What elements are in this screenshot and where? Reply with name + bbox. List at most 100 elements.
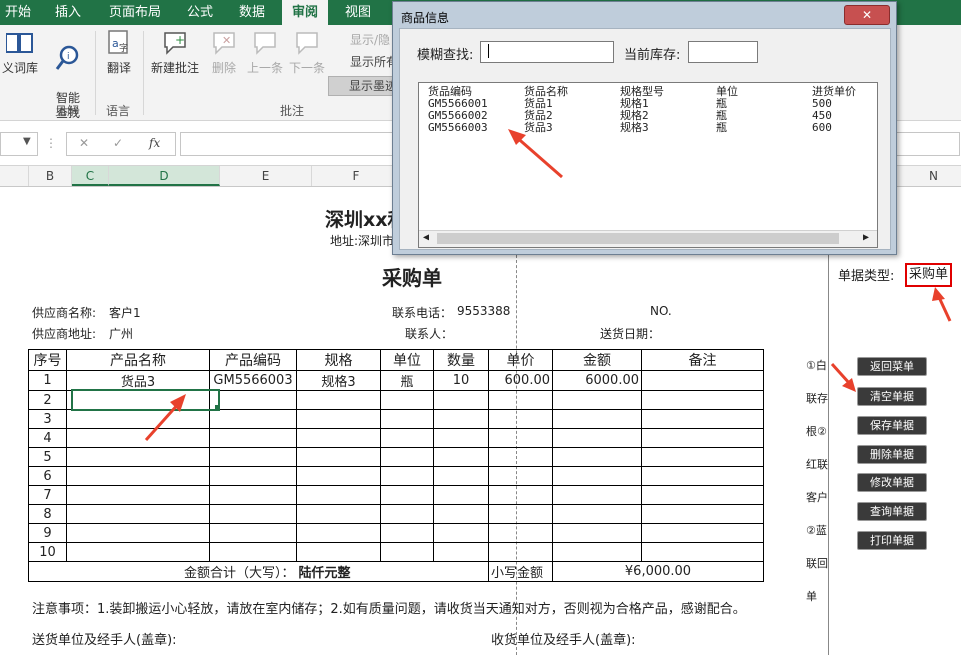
cell-product-code[interactable] bbox=[209, 523, 297, 543]
cell-spec[interactable] bbox=[296, 409, 381, 429]
cell-quantity[interactable] bbox=[433, 409, 489, 429]
thesaurus-button[interactable]: 义词库 bbox=[0, 29, 40, 76]
tab-insert[interactable]: 插入 bbox=[48, 0, 88, 25]
cell-unit-price[interactable] bbox=[488, 466, 553, 486]
cell-amount[interactable] bbox=[552, 485, 642, 505]
column-header-e[interactable]: E bbox=[220, 166, 312, 186]
column-header-c[interactable]: C bbox=[72, 166, 109, 186]
cell-spec[interactable] bbox=[296, 523, 381, 543]
cell-unit-price[interactable] bbox=[488, 428, 553, 448]
cell-quantity[interactable] bbox=[433, 542, 489, 562]
column-header-d[interactable]: D bbox=[109, 166, 220, 186]
cell-unit[interactable] bbox=[380, 428, 434, 448]
cell-unit[interactable] bbox=[380, 485, 434, 505]
cell-unit[interactable] bbox=[380, 504, 434, 524]
cell-quantity[interactable] bbox=[433, 447, 489, 467]
scroll-thumb[interactable] bbox=[437, 233, 839, 244]
cell-product-code[interactable] bbox=[209, 428, 297, 448]
search-input[interactable] bbox=[480, 41, 614, 63]
cell-unit[interactable] bbox=[380, 447, 434, 467]
print-document-button[interactable]: 打印单据 bbox=[857, 531, 927, 550]
product-list[interactable]: 货品编码 货品名称 规格型号 单位 进货单价 GM5566001 货品1 规格1 瓶 5… bbox=[418, 82, 878, 248]
cell-amount[interactable] bbox=[552, 466, 642, 486]
doc-type-value[interactable]: 采购单 bbox=[905, 263, 953, 287]
cell-spec[interactable] bbox=[296, 504, 381, 524]
cell-quantity[interactable] bbox=[433, 428, 489, 448]
cell-quantity[interactable] bbox=[433, 504, 489, 524]
cell-amount[interactable] bbox=[552, 523, 642, 543]
cell-spec[interactable] bbox=[296, 428, 381, 448]
fill-handle[interactable] bbox=[215, 405, 220, 410]
cell-remark[interactable] bbox=[641, 370, 764, 391]
column-header-n[interactable]: N bbox=[906, 166, 961, 186]
cancel-icon[interactable]: ✕ bbox=[79, 136, 89, 150]
scroll-right-icon[interactable]: ▶ bbox=[863, 232, 869, 244]
save-document-button[interactable]: 保存单据 bbox=[857, 416, 927, 435]
cell-unit-price[interactable] bbox=[488, 504, 553, 524]
cell-unit[interactable]: 瓶 bbox=[380, 370, 434, 391]
function-icon[interactable]: fx bbox=[149, 136, 160, 150]
cell-amount[interactable] bbox=[552, 504, 642, 524]
tab-home[interactable]: 开始 bbox=[0, 0, 36, 25]
cell-product-code[interactable] bbox=[209, 447, 297, 467]
cell-amount[interactable] bbox=[552, 409, 642, 429]
cell-unit[interactable] bbox=[380, 390, 434, 410]
close-button[interactable]: ✕ bbox=[844, 5, 890, 25]
cell-spec[interactable] bbox=[296, 542, 381, 562]
translate-button[interactable]: a字 翻译 bbox=[100, 29, 138, 76]
cell-remark[interactable] bbox=[641, 447, 764, 467]
query-document-button[interactable]: 查询单据 bbox=[857, 502, 927, 521]
cell-remark[interactable] bbox=[641, 523, 764, 543]
cell-product-code[interactable]: GM5566003 bbox=[209, 370, 297, 391]
new-comment-button[interactable]: + 新建批注 bbox=[148, 29, 202, 76]
phone-value[interactable]: 9553388 bbox=[457, 304, 510, 318]
cell-product-name[interactable] bbox=[66, 466, 210, 486]
cell-remark[interactable] bbox=[641, 428, 764, 448]
show-hide-comment-button[interactable]: 显示/隐 bbox=[330, 31, 390, 49]
cell-unit-price[interactable] bbox=[488, 390, 553, 410]
cell-spec[interactable] bbox=[296, 447, 381, 467]
cell-quantity[interactable] bbox=[433, 523, 489, 543]
stock-field[interactable] bbox=[688, 41, 758, 63]
cell-quantity[interactable] bbox=[433, 466, 489, 486]
cell-product-name[interactable] bbox=[66, 504, 210, 524]
cell-unit-price[interactable] bbox=[488, 523, 553, 543]
tab-view[interactable]: 视图 bbox=[338, 0, 378, 25]
cell-remark[interactable] bbox=[641, 542, 764, 562]
cell-spec[interactable]: 规格3 bbox=[296, 370, 381, 391]
cell-spec[interactable] bbox=[296, 390, 381, 410]
cell-remark[interactable] bbox=[641, 485, 764, 505]
cell-product-name[interactable] bbox=[66, 542, 210, 562]
confirm-icon[interactable]: ✓ bbox=[113, 136, 123, 150]
cell-unit[interactable] bbox=[380, 466, 434, 486]
cell-product-name[interactable] bbox=[66, 447, 210, 467]
cell-unit-price[interactable]: 600.00 bbox=[488, 370, 553, 391]
cell-amount[interactable] bbox=[552, 447, 642, 467]
modify-document-button[interactable]: 修改单据 bbox=[857, 473, 927, 492]
name-box[interactable]: ▼ bbox=[0, 132, 38, 156]
previous-comment-button[interactable]: 上一条 bbox=[246, 29, 284, 76]
cell-unit[interactable] bbox=[380, 542, 434, 562]
cell-remark[interactable] bbox=[641, 504, 764, 524]
clear-document-button[interactable]: 清空单据 bbox=[857, 387, 927, 406]
tab-formulas[interactable]: 公式 bbox=[180, 0, 220, 25]
cell-amount[interactable] bbox=[552, 428, 642, 448]
cell-remark[interactable] bbox=[641, 390, 764, 410]
tab-review[interactable]: 审阅 bbox=[282, 0, 328, 25]
cell-product-code[interactable] bbox=[209, 542, 297, 562]
cell-product-code[interactable] bbox=[209, 466, 297, 486]
delete-comment-button[interactable]: ✕ 删除 bbox=[206, 29, 242, 76]
cell-product-code[interactable] bbox=[209, 485, 297, 505]
cell-product-name[interactable]: 货品3 bbox=[66, 370, 210, 391]
cell-product-name[interactable] bbox=[66, 485, 210, 505]
cell-product-code[interactable] bbox=[209, 390, 297, 410]
supplier-address-value[interactable]: 广州 bbox=[109, 325, 133, 342]
cell-unit-price[interactable] bbox=[488, 485, 553, 505]
horizontal-scrollbar[interactable]: ◀ ▶ bbox=[419, 230, 877, 247]
scroll-left-icon[interactable]: ◀ bbox=[423, 232, 429, 244]
chevron-down-icon[interactable]: ▼ bbox=[23, 136, 31, 147]
next-comment-button[interactable]: 下一条 bbox=[288, 29, 326, 76]
cell-amount[interactable] bbox=[552, 542, 642, 562]
cell-unit-price[interactable] bbox=[488, 542, 553, 562]
cell-amount[interactable]: 6000.00 bbox=[552, 370, 642, 391]
